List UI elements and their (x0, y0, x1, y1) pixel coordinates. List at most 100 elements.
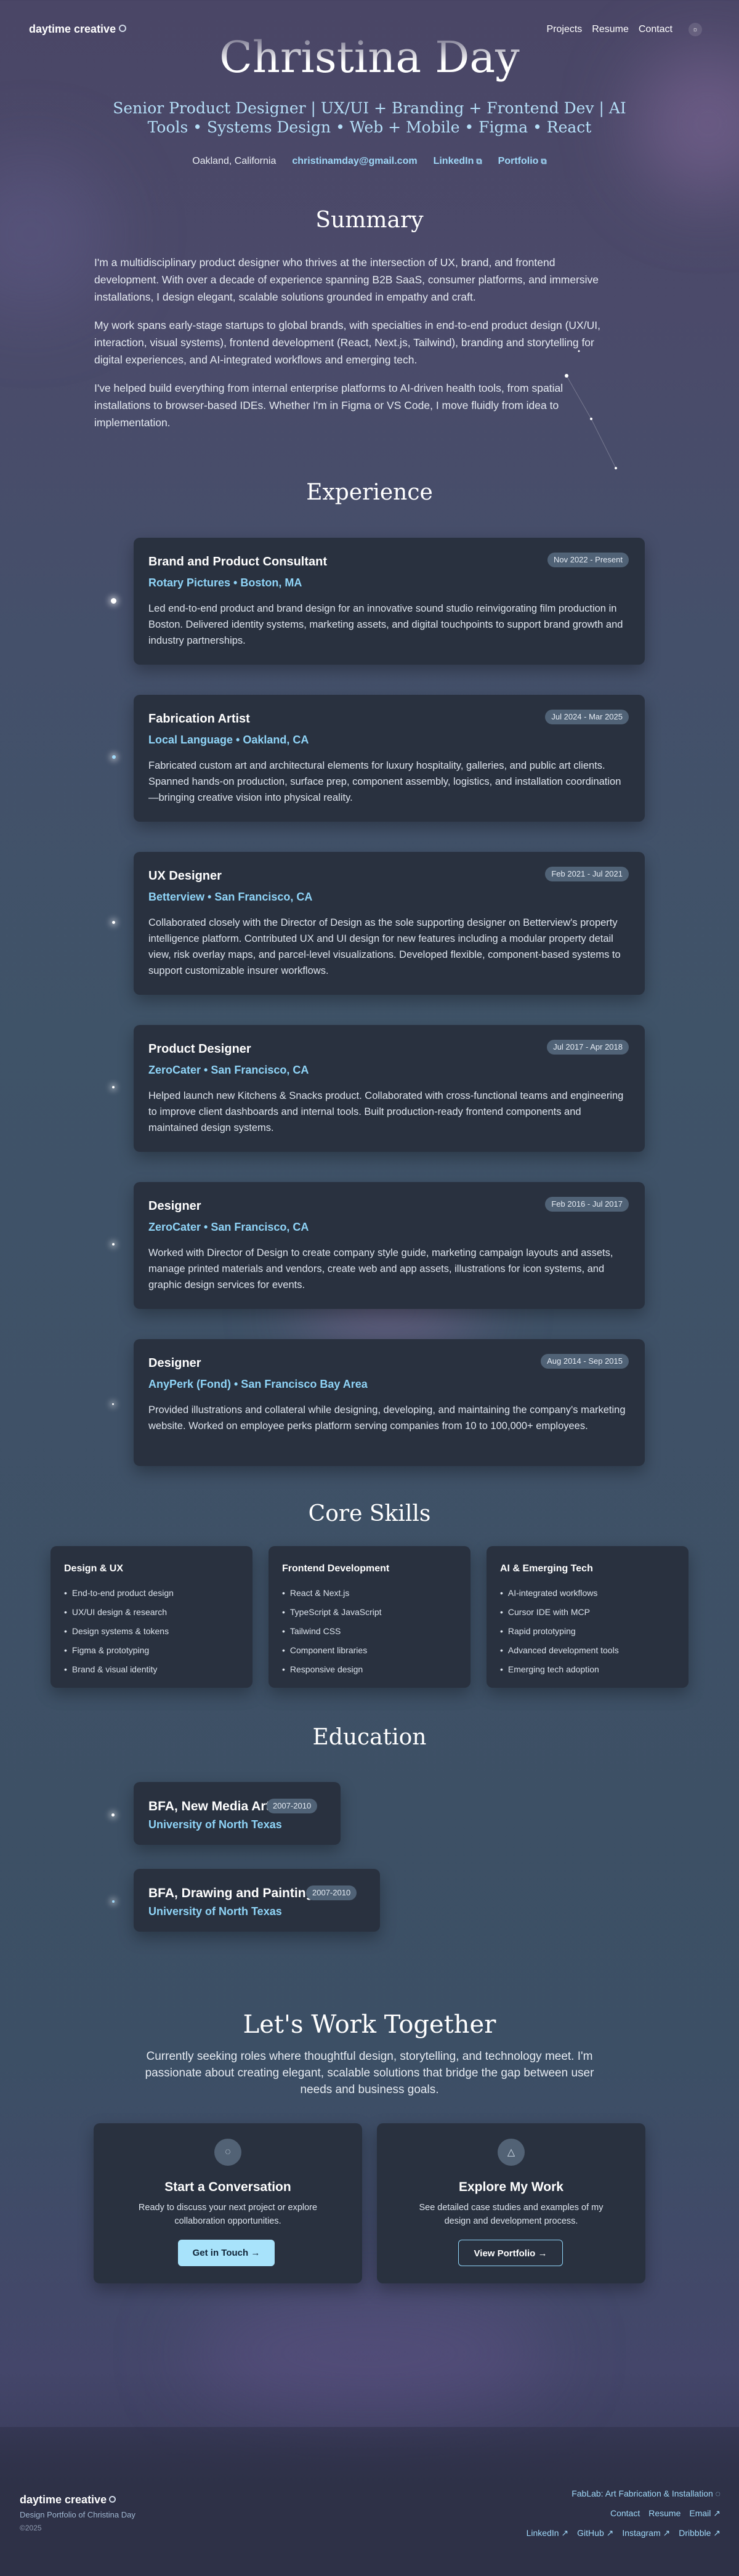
skill-item: End-to-end product design (64, 1586, 174, 1605)
skill-item: TypeScript & JavaScript (282, 1605, 382, 1624)
skill-item: Design systems & tokens (64, 1624, 174, 1643)
timeline-dot (112, 1403, 114, 1405)
summary-paragraph: My work spans early-stage startups to gl… (94, 319, 600, 366)
summary-paragraph: I've helped build everything from intern… (94, 382, 563, 429)
job-description: Collaborated closely with the Director o… (148, 917, 621, 976)
summary-text: I'm a multidisciplinary product designer… (94, 254, 612, 442)
company-name: Rotary Pictures • Boston, MA (148, 577, 302, 589)
date-badge: Nov 2022 - Present (547, 553, 629, 567)
timeline-dot (112, 921, 115, 924)
skill-item: Advanced development tools (500, 1643, 619, 1662)
company-name: ZeroCater • San Francisco, CA (148, 1221, 309, 1233)
footer-social: LinkedIn ↗ GitHub ↗ Instagram ↗ Dribbble… (527, 2528, 721, 2538)
location-text: Oakland, California (192, 156, 277, 166)
company-name: Local Language • Oakland, CA (148, 734, 309, 746)
experience-card: Brand and Product Consultant Rotary Pict… (134, 538, 645, 665)
nav-link-projects[interactable]: Projects (546, 24, 582, 35)
job-title: Designer (148, 1356, 201, 1370)
skill-item: Cursor IDE with MCP (500, 1605, 619, 1624)
timeline-dot (111, 598, 116, 604)
job-description: Provided illustrations and collateral wh… (148, 1404, 626, 1432)
job-title: UX Designer (148, 869, 222, 883)
degree-title: BFA, Drawing and Painting (148, 1886, 314, 1900)
cta-text: Currently seeking roles where thoughtful… (145, 2050, 594, 2096)
view-portfolio-button[interactable]: View Portfolio → (458, 2240, 563, 2266)
hero-subtitle: Senior Product Designer | UX/UI + Brandi… (113, 99, 626, 136)
experience-card: Fabrication Artist Local Language • Oakl… (134, 695, 645, 822)
linkedin-link[interactable]: LinkedIn ⧉ (434, 156, 482, 167)
social-link-github[interactable]: GitHub ↗ (577, 2528, 613, 2538)
skill-item: Figma & prototyping (64, 1643, 174, 1662)
external-link-icon: ◌ (715, 2489, 721, 2498)
skill-item: Rapid prototyping (500, 1624, 619, 1643)
portfolio-link[interactable]: Portfolio ⧉ (498, 156, 547, 167)
company-name: ZeroCater • San Francisco, CA (148, 1064, 309, 1076)
nav-link-contact[interactable]: Contact (639, 24, 672, 35)
external-link-icon: ⧉ (476, 156, 482, 166)
social-link-dribbble[interactable]: Dribbble ↗ (679, 2528, 721, 2538)
nav-link-resume[interactable]: Resume (592, 24, 629, 35)
date-badge: Feb 2021 - Jul 2021 (545, 867, 629, 881)
skill-card-frontend: Frontend Development React & Next.js Typ… (269, 1546, 470, 1688)
skill-item: UX/UI design & research (64, 1605, 174, 1624)
date-badge: Aug 2014 - Sep 2015 (541, 1354, 629, 1369)
skill-card-ai: AI & Emerging Tech AI-integrated workflo… (487, 1546, 689, 1688)
date-badge: Jul 2024 - Mar 2025 (545, 710, 629, 724)
experience-card: Product Designer ZeroCater • San Francis… (134, 1025, 645, 1152)
job-description: Led end-to-end product and brand design … (148, 603, 623, 646)
school-name: University of North Texas (148, 1818, 282, 1831)
timeline-dot (112, 1900, 115, 1903)
cta-card-portfolio: △ Explore My Work See detailed case stud… (377, 2123, 645, 2283)
job-title: Designer (148, 1199, 201, 1213)
experience-title: Experience (306, 480, 433, 505)
company-name: Betterview • San Francisco, CA (148, 891, 313, 903)
date-badge: Feb 2016 - Jul 2017 (545, 1197, 629, 1212)
summary-paragraph: I'm a multidisciplinary product designer… (94, 256, 599, 303)
footer-nav: Contact Resume Email ↗ (610, 2508, 721, 2519)
education-card: BFA, Drawing and Painting 2007-2010 Univ… (134, 1869, 380, 1932)
skill-item: Responsive design (282, 1662, 382, 1681)
skill-list: AI-integrated workflows Cursor IDE with … (500, 1586, 619, 1681)
job-title: Product Designer (148, 1042, 251, 1056)
years-badge: 2007-2010 (306, 1885, 357, 1900)
summary-title: Summary (315, 208, 424, 233)
external-link-icon: ⧉ (541, 156, 547, 166)
theme-toggle-icon[interactable]: ☼ (689, 23, 702, 36)
timeline-dot (112, 755, 116, 759)
site-logo[interactable]: daytime creative (29, 23, 127, 36)
timeline-dot (112, 1086, 115, 1088)
skill-item: AI-integrated workflows (500, 1586, 619, 1605)
school-name: University of North Texas (148, 1905, 282, 1918)
job-description: Helped launch new Kitchens & Snacks prod… (148, 1090, 624, 1133)
skill-group-title: AI & Emerging Tech (500, 1563, 593, 1574)
footer-copyright: ©2025 (20, 2524, 42, 2532)
cta-card-title: Start a Conversation (164, 2180, 291, 2194)
experience-card: Designer AnyPerk (Fond) • San Francisco … (134, 1339, 645, 1466)
chat-icon: ◌ (214, 2139, 241, 2166)
nav-links: Projects Resume Contact ☼ (546, 23, 702, 36)
footer-link-email[interactable]: Email ↗ (689, 2508, 721, 2519)
skill-item: Component libraries (282, 1643, 382, 1662)
skill-group-title: Design & UX (64, 1563, 124, 1574)
skill-item: React & Next.js (282, 1586, 382, 1605)
experience-card: Designer ZeroCater • San Francisco, CA F… (134, 1182, 645, 1309)
social-link-instagram[interactable]: Instagram ↗ (622, 2528, 670, 2538)
skill-item: Brand & visual identity (64, 1662, 174, 1681)
timeline-dot (111, 1813, 115, 1817)
experience-card: UX Designer Betterview • San Francisco, … (134, 852, 645, 995)
job-description: Worked with Director of Design to create… (148, 1247, 613, 1290)
skill-card-design: Design & UX End-to-end product design UX… (50, 1546, 252, 1688)
footer-link-resume[interactable]: Resume (648, 2508, 680, 2519)
footer-logo[interactable]: daytime creative (20, 2493, 116, 2506)
company-name: AnyPerk (Fond) • San Francisco Bay Area (148, 1378, 368, 1390)
education-card: BFA, New Media Art 2007-2010 University … (134, 1782, 341, 1845)
email-link[interactable]: christinamday@gmail.com (292, 156, 417, 167)
get-in-touch-button[interactable]: Get in Touch → (178, 2240, 275, 2266)
skills-title: Core Skills (308, 1501, 431, 1526)
years-badge: 2007-2010 (267, 1799, 318, 1813)
fablab-link[interactable]: FabLab: Art Fabrication & Installation ◌ (571, 2489, 721, 2498)
footer-link-contact[interactable]: Contact (610, 2508, 640, 2519)
social-link-linkedin[interactable]: LinkedIn ↗ (527, 2528, 569, 2538)
date-badge: Jul 2017 - Apr 2018 (547, 1040, 629, 1055)
cta-card-conversation: ◌ Start a Conversation Ready to discuss … (94, 2123, 362, 2283)
